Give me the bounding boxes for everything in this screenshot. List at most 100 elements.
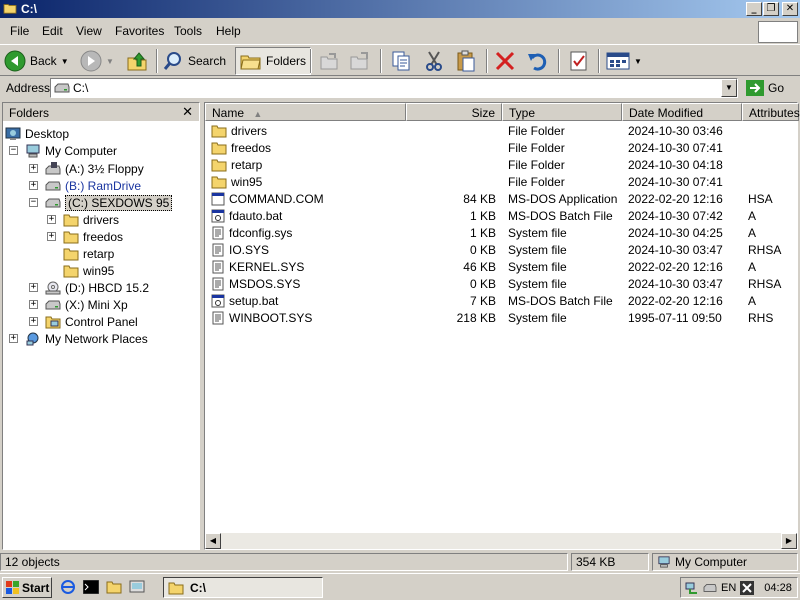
tree-item-c-drive[interactable]: (C:) SEXDOWS 95 [45,194,173,211]
file-row[interactable]: KERNEL.SYS 46 KB System file 2022-02-20 12:… [205,258,797,275]
minimize-button[interactable]: _ [746,2,762,16]
explorer-icon[interactable] [106,580,122,594]
menu-tools[interactable]: Tools [174,24,202,38]
column-name-label: Name [212,106,245,120]
drive-tray-icon[interactable] [703,582,717,594]
language-indicator[interactable]: EN [721,582,736,594]
column-header-name[interactable]: Name ▲ [205,103,406,121]
title-bar[interactable]: C:\ _ ❐ ✕ [0,0,800,18]
show-desktop-icon[interactable] [129,580,145,594]
expand-drivers[interactable]: + [47,215,56,224]
views-dropdown-icon[interactable]: ▼ [634,57,642,66]
back-dropdown-icon[interactable]: ▼ [61,57,69,66]
column-header-size[interactable]: Size [406,103,502,121]
collapse-my-computer[interactable]: − [9,146,18,155]
tree-item-win95[interactable]: win95 [63,262,114,279]
undo-button[interactable] [526,47,548,75]
taskbar: Start C:\ EN 04:28 [0,573,800,600]
tree-item-floppy[interactable]: (A:) 3½ Floppy [45,160,144,177]
folders-button[interactable]: Folders [235,47,312,75]
expand-control-panel[interactable]: + [29,317,38,326]
file-row[interactable]: freedos File Folder 2024-10-30 07:41 [205,139,797,156]
start-button[interactable]: Start [2,577,52,598]
restore-button[interactable]: ❐ [763,2,779,16]
computer-icon [658,556,670,568]
copy-button[interactable] [390,47,412,75]
internet-explorer-icon[interactable] [60,580,76,594]
tree-item-d-drive[interactable]: (D:) HBCD 15.2 [45,279,149,296]
file-name-cell: retarp [211,158,262,172]
tree-item-ramdrive[interactable]: (B:) RamDrive [45,177,141,194]
tree-item-network-places[interactable]: My Network Places [25,330,148,347]
cut-button[interactable] [423,47,445,75]
forward-dropdown-icon[interactable]: ▼ [106,57,114,66]
file-row[interactable]: retarp File Folder 2024-10-30 04:18 [205,156,797,173]
expand-freedos[interactable]: + [47,232,56,241]
file-row[interactable]: fdconfig.sys 1 KB System file 2024-10-30 04… [205,224,797,241]
menu-favorites[interactable]: Favorites [115,24,164,38]
file-row[interactable]: setup.bat 7 KB MS-DOS Batch File 2022-02-20… [205,292,797,309]
collapse-c-drive[interactable]: − [29,198,38,207]
column-header-attributes[interactable]: Attributes [742,103,800,121]
expand-network-places[interactable]: + [9,334,18,343]
undo-icon [528,53,547,71]
search-button[interactable]: Search [162,47,226,75]
computer-icon [26,144,40,157]
file-name: COMMAND.COM [229,192,324,206]
back-button[interactable]: Back ▼ [4,47,69,75]
menu-view[interactable]: View [76,24,102,38]
file-row[interactable]: win95 File Folder 2024-10-30 07:41 [205,173,797,190]
scroll-left-button[interactable]: ◀ [205,533,221,549]
file-row[interactable]: COMMAND.COM 84 KB MS-DOS Application 2022-0… [205,190,797,207]
expand-d-drive[interactable]: + [29,283,38,292]
clock[interactable]: 04:28 [764,582,792,594]
go-button[interactable]: Go [746,78,784,98]
views-button[interactable]: ▼ [606,47,642,75]
tree-item-my-computer[interactable]: My Computer [25,142,117,159]
column-header-modified[interactable]: Date Modified [622,103,742,121]
forward-button[interactable]: ▼ [80,47,114,75]
network-tray-icon[interactable] [685,581,699,595]
delete-button[interactable] [494,47,516,75]
move-to-button[interactable] [318,47,340,75]
file-row[interactable]: fdauto.bat 1 KB MS-DOS Batch File 2024-10-3… [205,207,797,224]
taskbar-window-button[interactable]: C:\ [163,577,323,598]
address-input[interactable]: C:\ ▼ [50,78,738,98]
copy-to-button[interactable] [348,47,370,75]
file-type: System file [508,277,567,291]
file-row[interactable]: IO.SYS 0 KB System file 2024-10-30 03:47 RHS… [205,241,797,258]
up-button[interactable] [126,47,148,75]
folders-close-button[interactable]: ✕ [182,104,193,120]
file-attributes: RHS [748,311,774,325]
expand-x-drive[interactable]: + [29,300,38,309]
paste-button[interactable] [455,47,477,75]
tree-label: Desktop [25,126,70,141]
tree-item-freedos[interactable]: freedos [63,228,123,245]
tree-item-x-drive[interactable]: (X:) Mini Xp [45,296,128,313]
menu-file[interactable]: File [10,24,29,38]
address-dropdown-icon[interactable]: ▼ [721,79,737,97]
menu-help[interactable]: Help [216,24,241,38]
toolbar-separator [310,49,312,73]
folders-pane[interactable]: Folders ✕ Desktop − My Computer + (A:) 3… [2,102,200,550]
close-button[interactable]: ✕ [782,2,798,16]
file-row[interactable]: MSDOS.SYS 0 KB System file 2024-10-30 03:47… [205,275,797,292]
properties-button[interactable] [568,47,590,75]
command-prompt-icon[interactable] [83,580,99,594]
menu-edit[interactable]: Edit [42,24,63,38]
tree-item-desktop[interactable]: Desktop [5,125,69,142]
tree-item-retarp[interactable]: retarp [63,245,114,262]
tray-app-icon[interactable] [740,580,755,595]
expand-ramdrive[interactable]: + [29,181,38,190]
horizontal-scrollbar[interactable]: ◀ ▶ [205,533,797,549]
folder-icon [211,125,227,138]
tree-item-control-panel[interactable]: Control Panel [45,313,138,330]
file-row[interactable]: WINBOOT.SYS 218 KB System file 1995-07-11 0… [205,309,797,326]
expand-floppy[interactable]: + [29,164,38,173]
file-size: 46 KB [463,260,496,274]
scroll-right-button[interactable]: ▶ [781,533,797,549]
file-list-pane[interactable]: Name ▲ Size Type Date Modified Attribute… [204,102,800,550]
file-row[interactable]: drivers File Folder 2024-10-30 03:46 [205,122,797,139]
tree-item-drivers[interactable]: drivers [63,211,119,228]
column-header-type[interactable]: Type [502,103,622,121]
